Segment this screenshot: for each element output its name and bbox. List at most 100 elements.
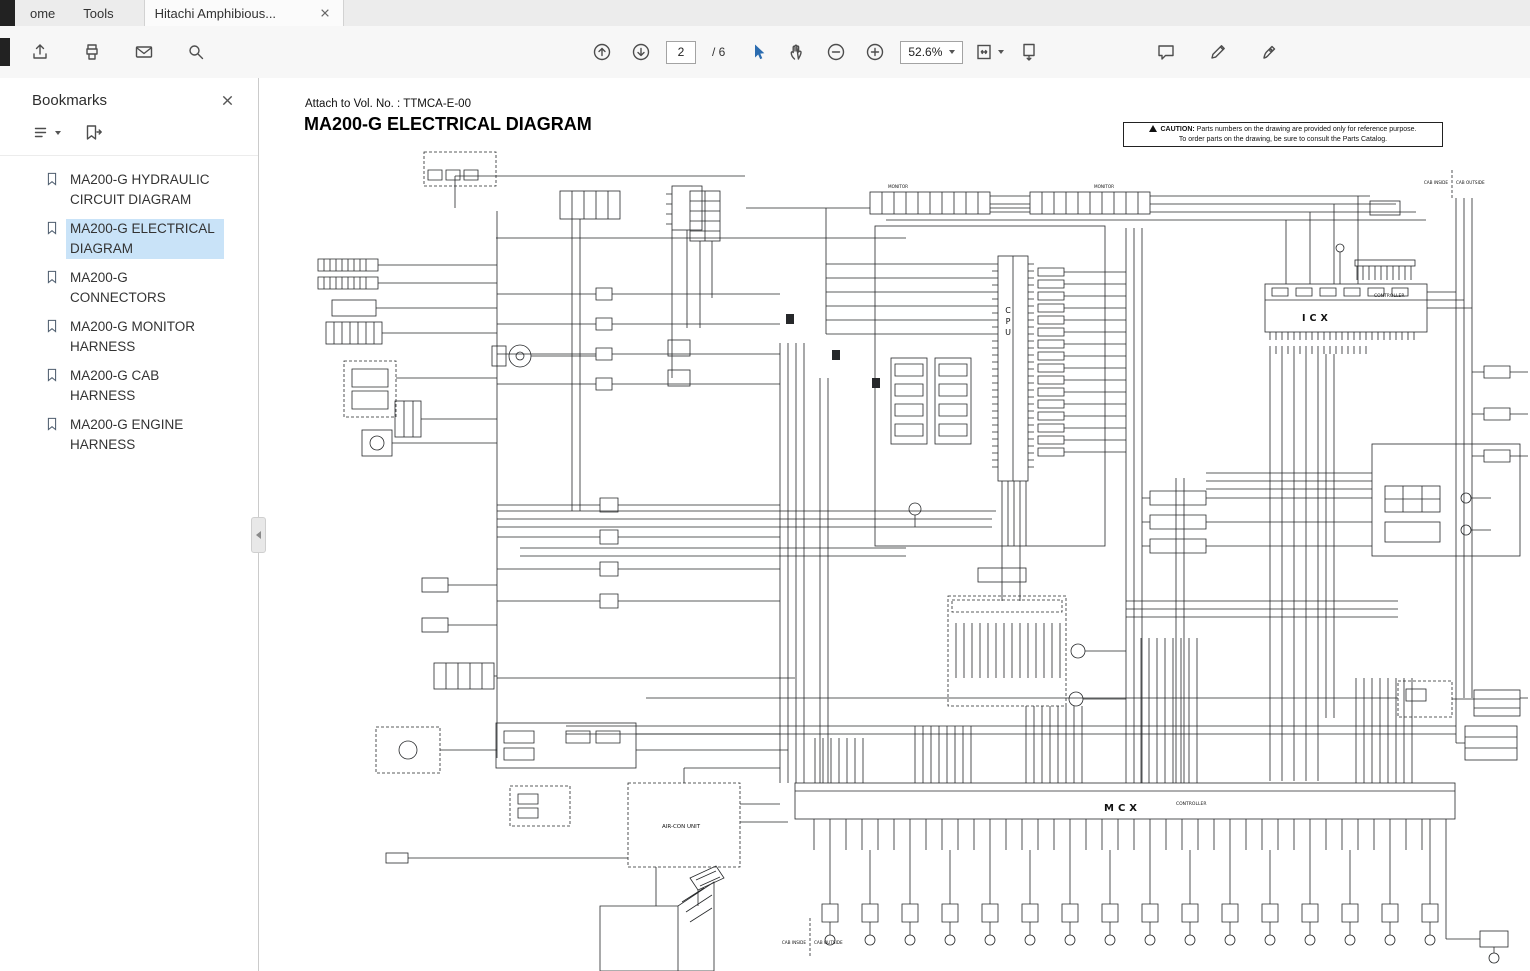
chevron-down-icon [998,50,1004,54]
clipped-app-icon[interactable] [0,0,15,26]
panel-collapse-handle[interactable] [251,517,266,553]
hand-icon [787,42,807,62]
cab-inside-label: CAB INSIDE [1424,180,1448,185]
hand-tool-button[interactable] [783,38,811,66]
previous-page-button[interactable] [588,38,616,66]
plus-circle-icon [865,42,885,62]
bookmark-locate-icon [83,123,103,143]
email-icon [134,42,154,62]
bookmarks-header: Bookmarks [0,78,258,113]
document-page: AIR-CON UNIT [259,78,1530,971]
page-number-input[interactable]: 2 [666,41,696,64]
chevron-down-icon [949,50,955,54]
caution-text-line2: To order parts on the drawing, be sure t… [1179,136,1387,143]
scrolling-pages-icon [1019,42,1039,62]
share-upload-icon [30,42,50,62]
tab-tools-label: Tools [83,6,113,21]
bookmark-item-label: MA200-G MONITOR HARNESS [66,317,224,357]
air-con-unit-label: AIR-CON UNIT [662,824,701,830]
icx-label: ICX [1302,313,1332,324]
fountain-pen-icon [1260,42,1280,62]
mcx-block: MCX CONTROLLER [795,783,1455,819]
search-button[interactable] [182,38,210,66]
toolbar-center-group: 2 / 6 52.6% [588,26,1043,78]
mcx-label: MCX [1104,803,1141,814]
zoom-level-value: 52.6% [908,45,942,59]
caution-box: CAUTION: Parts numbers on the drawing ar… [1123,122,1443,147]
icx-controller-label: CONTROLLER [1374,293,1404,299]
close-panel-icon[interactable] [218,91,236,109]
bookmark-item-monitor-harness[interactable]: MA200-G MONITOR HARNESS [44,317,252,357]
fit-width-icon [974,42,994,62]
bookmark-item-cab-harness[interactable]: MA200-G CAB HARNESS [44,366,252,406]
highlight-button[interactable] [1204,38,1232,66]
bookmark-item-connectors[interactable]: MA200-G CONNECTORS [44,268,252,308]
page-total-label: / 6 [712,45,725,59]
main-toolbar: 2 / 6 52.6% [0,26,1530,79]
options-list-icon [32,123,52,143]
bookmarks-title: Bookmarks [32,92,107,109]
left-power-components [318,259,421,456]
bookmark-icon [44,220,60,241]
tab-document-label: Hitachi Amphibious... [155,6,276,21]
clipped-toolbar-icon[interactable] [0,38,10,66]
attach-volume-line: Attach to Vol. No. : TTMCA-E-00 [305,98,471,110]
comment-bubble-icon [1156,42,1176,62]
cursor-arrow-icon [748,42,768,62]
bookmark-item-label: MA200-G ELECTRICAL DIAGRAM [66,219,224,259]
bookmark-item-electrical-diagram[interactable]: MA200-G ELECTRICAL DIAGRAM [44,219,252,259]
pdf-viewer-window: ome Tools Hitachi Amphibious... [0,0,1530,971]
electrical-diagram: AIR-CON UNIT [266,78,1530,971]
bookmark-item-hydraulic-circuit-diagram[interactable]: MA200-G HYDRAULIC CIRCUIT DIAGRAM [44,170,252,210]
minus-circle-icon [826,42,846,62]
page-up-icon [592,42,612,62]
cpu-block: CPU [870,192,1150,582]
next-page-button[interactable] [627,38,655,66]
printer-icon [82,42,102,62]
print-button[interactable] [78,38,106,66]
cab-outside-label: CAB OUTSIDE [1456,180,1485,185]
chevron-down-icon [55,131,61,135]
bottom-components [822,904,1438,945]
warning-icon [1149,125,1157,132]
right-side-components [1150,366,1520,963]
fill-sign-button[interactable] [1256,38,1284,66]
mid-left-components [422,288,880,632]
bookmark-icon [44,269,60,290]
bookmark-item-label: MA200-G HYDRAULIC CIRCUIT DIAGRAM [66,170,224,210]
bookmark-item-label: MA200-G CAB HARNESS [66,366,224,406]
zoom-out-button[interactable] [822,38,850,66]
tab-tools[interactable]: Tools [69,0,127,26]
bookmark-item-label: MA200-G ENGINE HARNESS [66,415,224,455]
page-display-button[interactable] [1015,38,1043,66]
comment-button[interactable] [1152,38,1180,66]
bookmark-item-engine-harness[interactable]: MA200-G ENGINE HARNESS [44,415,252,455]
bookmarks-list: MA200-G HYDRAULIC CIRCUIT DIAGRAM MA200-… [0,156,258,455]
pencil-icon [1208,42,1228,62]
bookmark-icon [44,171,60,192]
tab-home[interactable]: ome [16,0,69,26]
collapse-left-icon [256,531,261,539]
zoom-level-dropdown[interactable]: 52.6% [900,41,963,64]
zoom-in-button[interactable] [861,38,889,66]
bookmark-icon [44,416,60,437]
select-tool-button[interactable] [744,38,772,66]
tab-bar: ome Tools Hitachi Amphibious... [0,0,1530,27]
bookmark-options-button[interactable] [32,123,61,143]
find-current-bookmark-button[interactable] [83,123,103,143]
caution-label: CAUTION: [1160,126,1194,133]
tab-document[interactable]: Hitachi Amphibious... [144,0,344,26]
fit-page-dropdown[interactable] [974,42,1004,62]
monitor-label: MONITOR [888,184,908,189]
bookmark-icon [44,367,60,388]
tab-home-label: ome [30,6,55,21]
tab-close-icon[interactable] [317,5,333,21]
toolbar-left-group [26,26,210,78]
bookmark-item-label: MA200-G CONNECTORS [66,268,224,308]
search-icon [186,42,206,62]
bookmarks-panel: Bookmarks MA200-G HYDRAULIC CIRCUIT DIAG… [0,78,259,971]
share-button[interactable] [26,38,54,66]
monitor-label: MONITOR [1094,184,1114,189]
email-button[interactable] [130,38,158,66]
cab-outside-label: CAB OUTSIDE [814,940,843,945]
